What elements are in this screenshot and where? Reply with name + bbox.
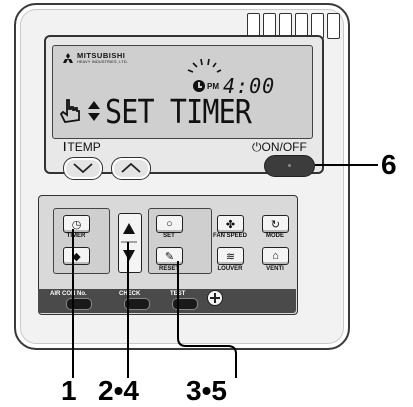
callout-2-4: 2•4: [98, 375, 139, 406]
callout-6: 6: [381, 149, 397, 180]
callout-lines: [72, 164, 378, 378]
callout-3-5: 3•5: [186, 375, 227, 406]
callout-1: 1: [61, 375, 77, 406]
